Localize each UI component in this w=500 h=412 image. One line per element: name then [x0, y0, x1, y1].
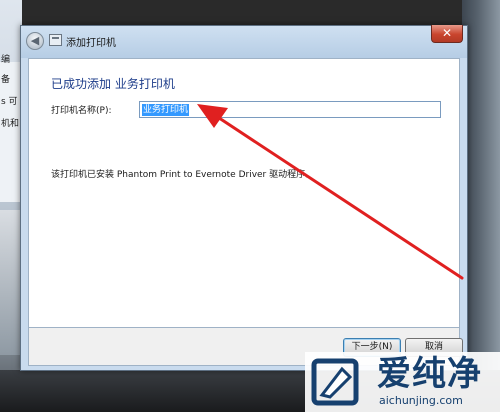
watermark-logo-icon: [311, 358, 359, 406]
printer-name-value: 业务打印机: [142, 104, 190, 116]
back-arrow-icon: ◀: [30, 34, 40, 47]
window-title: 添加打印机: [66, 38, 116, 49]
watermark: 爱纯净 aichunjing.com: [305, 352, 500, 412]
background-text: 编: [1, 55, 11, 65]
driver-info-text: 该打印机已安装 Phantom Print to Evernote Driver…: [51, 170, 315, 180]
background-printer-image: [0, 210, 22, 355]
watermark-title: 爱纯净: [377, 354, 482, 394]
printer-name-label: 打印机名称(P):: [51, 106, 112, 116]
printer-name-input[interactable]: 业务打印机: [139, 101, 441, 118]
background-text: 机和: [1, 119, 20, 129]
watermark-url: aichunjing.com: [379, 394, 463, 407]
printer-icon: [49, 34, 62, 46]
dialog-content: 已成功添加 业务打印机 打印机名称(P): 业务打印机 该打印机已安装 Phan…: [28, 58, 460, 328]
close-button[interactable]: ✕: [431, 25, 463, 43]
background-text: s 可: [1, 97, 18, 107]
page-heading: 已成功添加 业务打印机: [51, 77, 175, 91]
back-button[interactable]: ◀: [26, 32, 44, 50]
title-bar: ◀ 添加打印机 ✕: [21, 25, 467, 58]
close-icon: ✕: [441, 26, 453, 40]
add-printer-dialog: ◀ 添加打印机 ✕ 已成功添加 业务打印机 打印机名称(P): 业务打印机 该打…: [20, 25, 468, 371]
background-text: 备: [1, 75, 11, 85]
